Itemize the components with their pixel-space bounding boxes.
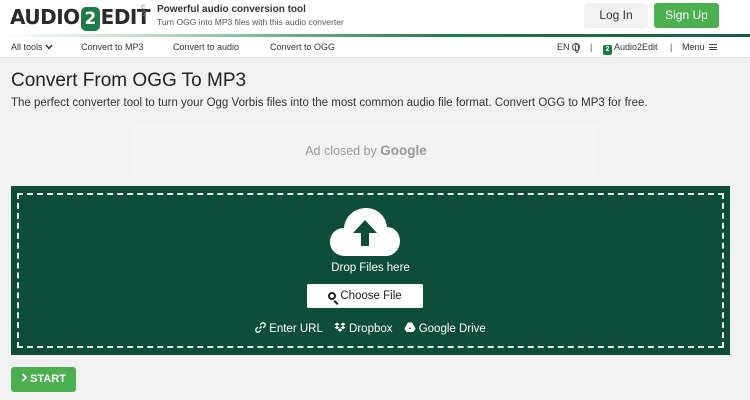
- nav-separator: |: [670, 42, 673, 52]
- signup-button[interactable]: Sign Up: [654, 3, 719, 28]
- language-label: EN: [557, 42, 570, 52]
- dropbox-icon: [334, 322, 346, 332]
- nav-separator: |: [590, 42, 593, 52]
- tagline-subtitle: Turn OGG into MP3 files with this audio …: [157, 17, 344, 27]
- ad-closed-text: Ad closed by Google: [305, 143, 427, 158]
- site-logo[interactable]: AUDIO 2 EDIT: [10, 3, 151, 31]
- file-drop-zone[interactable]: Drop Files here Choose File Enter URL Dr…: [11, 186, 730, 355]
- globe-icon: [572, 43, 581, 53]
- login-button[interactable]: Log In: [584, 3, 648, 28]
- upload-sources: Enter URL Dropbox Google Drive: [11, 322, 730, 336]
- page-description: The perfect converter tool to turn your …: [11, 97, 648, 109]
- logo-domain: .com: [141, 4, 147, 18]
- choose-file-button[interactable]: Choose File: [307, 284, 423, 308]
- link-icon: [255, 322, 267, 333]
- tagline-title: Powerful audio conversion tool: [157, 4, 306, 15]
- language-selector[interactable]: EN: [557, 37, 581, 57]
- enter-url-link[interactable]: Enter URL: [255, 322, 323, 336]
- hamburger-icon: [709, 44, 718, 50]
- nav-brand-link[interactable]: 2 Audio2Edit: [603, 37, 658, 57]
- cloud-upload-icon: [330, 208, 400, 256]
- google-label: Google: [380, 143, 427, 158]
- brand-logo-icon: 2: [603, 45, 612, 55]
- nav-all-tools-label: All tools: [11, 42, 43, 52]
- search-icon: [328, 292, 337, 300]
- nav-brand-label: Audio2Edit: [614, 42, 658, 52]
- tagline: Powerful audio conversion tool Turn OGG …: [157, 4, 344, 28]
- dropbox-link[interactable]: Dropbox: [334, 322, 393, 336]
- nav-menu[interactable]: Menu: [682, 37, 718, 57]
- chevron-right-icon: [21, 373, 28, 382]
- ad-placeholder: Ad closed by Google: [134, 124, 598, 176]
- nav-menu-label: Menu: [682, 42, 705, 52]
- main-nav: All tools Convert to MP3 Convert to audi…: [0, 37, 750, 58]
- top-header: AUDIO 2 EDIT .com Powerful audio conversio…: [0, 0, 750, 34]
- nav-all-tools[interactable]: All tools: [11, 37, 53, 57]
- google-drive-link[interactable]: Google Drive: [404, 322, 486, 336]
- chevron-down-icon: [45, 44, 53, 50]
- nav-convert-to-audio[interactable]: Convert to audio: [173, 37, 239, 57]
- nav-convert-to-mp3[interactable]: Convert to MP3: [81, 37, 144, 57]
- google-drive-icon: [404, 322, 416, 332]
- page-title: Convert From OGG To MP3: [11, 70, 247, 91]
- logo-text: AUDIO 2 EDIT: [10, 5, 151, 31]
- start-button[interactable]: START: [11, 367, 76, 392]
- nav-convert-to-ogg[interactable]: Convert to OGG: [270, 37, 335, 57]
- drop-files-label: Drop Files here: [331, 262, 410, 274]
